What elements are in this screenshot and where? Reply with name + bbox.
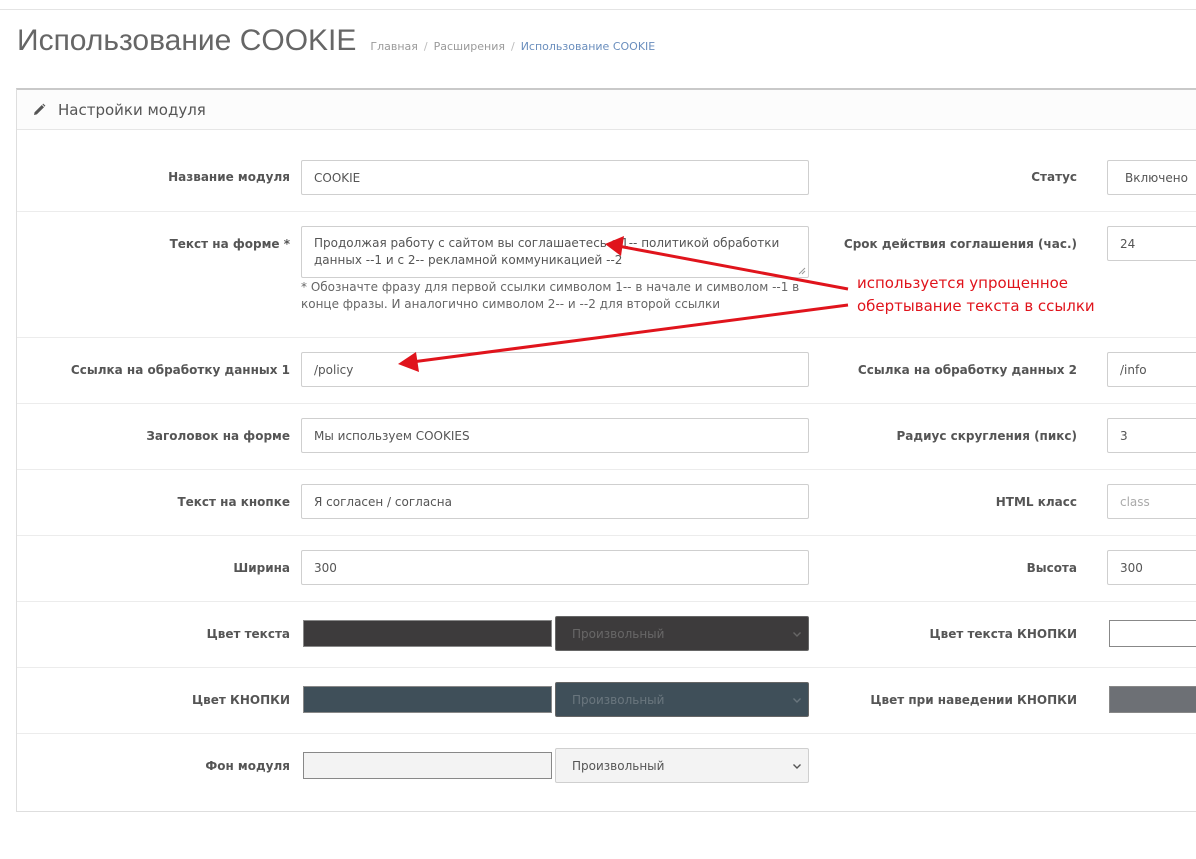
button-text-color-swatch[interactable] xyxy=(1109,620,1196,647)
status-label: Статус xyxy=(1031,170,1077,184)
agreement-term-label: Срок действия соглашения (час.) xyxy=(843,237,1077,251)
annotation-note: используется упрощенное обертывание текс… xyxy=(857,272,1095,318)
annotation-line-1: используется упрощенное xyxy=(857,274,1069,292)
status-select[interactable]: Включено xyxy=(1107,160,1196,195)
form-row-heading: Заголовок на форме Мы используем COOKIES… xyxy=(17,403,1196,470)
chevron-down-icon xyxy=(793,763,801,769)
settings-panel: Настройки модуля Название модуля COOKIE … xyxy=(16,88,1196,812)
page-title: Использование COOKIE xyxy=(17,24,357,57)
breadcrumb: Главная / Расширения / Использование COOKIE xyxy=(370,40,655,53)
button-hover-color-label: Цвет при наведении КНОПКИ xyxy=(870,693,1077,707)
annotation-line-2: обертывание текста в ссылки xyxy=(857,297,1095,315)
panel-title: Настройки модуля xyxy=(58,100,206,119)
button-text-color-label: Цвет текста КНОПКИ xyxy=(929,627,1077,641)
breadcrumb-home[interactable]: Главная xyxy=(370,40,418,53)
resize-handle-icon[interactable] xyxy=(798,267,806,275)
form-row-size: Ширина 300 Высота 300 xyxy=(17,535,1196,602)
breadcrumb-separator: / xyxy=(510,40,515,53)
module-bg-select-value: Произвольный xyxy=(572,758,665,773)
breadcrumb-extensions[interactable]: Расширения xyxy=(434,40,505,53)
link2-input[interactable]: /info xyxy=(1107,352,1196,387)
link2-label: Ссылка на обработку данных 2 xyxy=(857,363,1077,377)
html-class-label: HTML класс xyxy=(995,495,1077,509)
button-hover-color-swatch[interactable] xyxy=(1109,686,1196,713)
module-bg-swatch[interactable] xyxy=(303,752,552,779)
radius-input[interactable]: 3 xyxy=(1107,418,1196,453)
radius-label: Радиус скругления (пикс) xyxy=(896,429,1077,443)
form-row-module-bg: Фон модуля Произвольный xyxy=(17,733,1196,812)
breadcrumb-current[interactable]: Использование COOKIE xyxy=(521,40,656,53)
form-row-text-color: Цвет текста Произвольный Цвет текста КНО… xyxy=(17,601,1196,668)
html-class-input[interactable]: class xyxy=(1107,484,1196,519)
module-bg-select[interactable]: Произвольный xyxy=(555,748,809,783)
form-text-textarea[interactable]: Продолжая работу с сайтом вы соглашаетес… xyxy=(301,226,809,278)
agreement-term-input[interactable]: 24 xyxy=(1107,226,1196,261)
page-header: Использование COOKIE Главная / Расширения /… xyxy=(17,24,655,58)
top-divider xyxy=(0,9,1196,10)
form-row-links: Ссылка на обработку данных 1 /policy Ссы… xyxy=(17,337,1196,404)
form-row-module-name: Название модуля COOKIE Статус Включено xyxy=(17,130,1196,212)
height-label: Высота xyxy=(1026,561,1077,575)
form-row-button-color: Цвет КНОПКИ Произвольный Цвет при наведе… xyxy=(17,667,1196,734)
breadcrumb-separator: / xyxy=(423,40,428,53)
form-text-help: * Обозначте фразу для первой ссылки симв… xyxy=(301,280,800,311)
form-row-button-text: Текст на кнопке Я согласен / согласна HT… xyxy=(17,469,1196,536)
module-bg-label: Фон модуля xyxy=(205,759,290,773)
pencil-icon xyxy=(32,103,46,117)
panel-heading: Настройки модуля xyxy=(17,90,1196,130)
height-input[interactable]: 300 xyxy=(1107,550,1196,585)
